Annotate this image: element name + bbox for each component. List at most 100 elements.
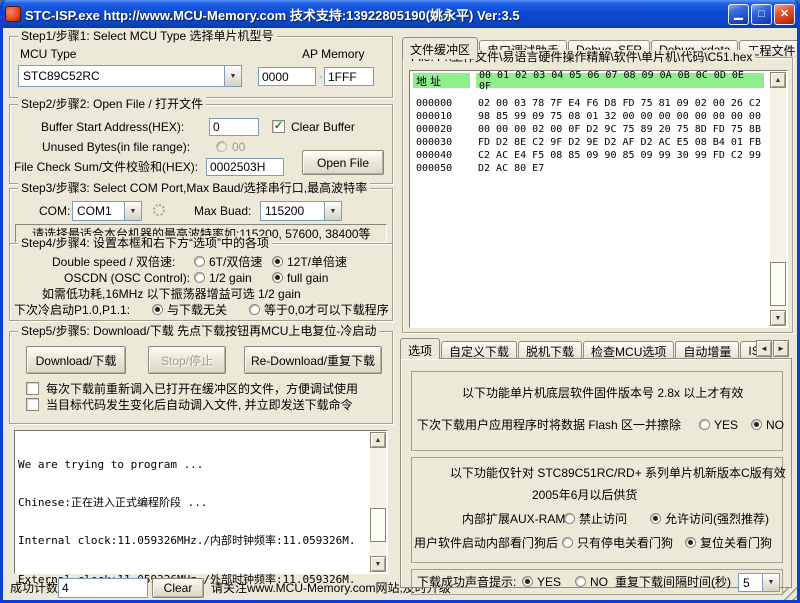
resize-grip[interactable] — [783, 586, 797, 600]
auxram-disable-radio[interactable] — [564, 513, 575, 524]
download-button[interactable]: Download/下载 — [26, 346, 126, 374]
hex-addr: 000030 — [416, 136, 452, 149]
hex-addr: 000000 — [416, 97, 452, 110]
sound-no-radio[interactable] — [575, 576, 586, 587]
scroll-up-icon[interactable]: ▲ — [770, 72, 786, 88]
cold-boot-zero-radio[interactable] — [249, 304, 260, 315]
buffer-start-field[interactable]: 0 — [209, 118, 259, 136]
tab-offline-download[interactable]: 脱机下载 — [518, 341, 582, 359]
hex-bytes: D2 AC 80 E7 — [478, 162, 544, 175]
ap-memory-label: AP Memory — [302, 47, 364, 61]
oscdn-label: OSCDN (OSC Control): — [64, 271, 190, 285]
sound-no-label: NO — [590, 575, 608, 589]
title-bar[interactable]: STC-ISP.exe http://www.MCU-Memory.com 技术… — [0, 0, 800, 28]
tab-file-buffer[interactable]: 文件缓冲区 — [402, 37, 478, 59]
log-textarea[interactable]: We are trying to program ... Chinese:正在进… — [14, 430, 388, 574]
tab-options[interactable]: 选项 — [400, 338, 440, 359]
hex-header-columns: 00 01 02 03 04 05 06 07 08 09 0A 0B 0C 0… — [476, 73, 764, 88]
file-group: File: F:\工作文件\易语言硬件操作精解\软件\单片机\代码\C51.he… — [402, 57, 793, 333]
scroll-down-icon[interactable]: ▼ — [770, 310, 786, 326]
ap-memory-end-field[interactable]: 1FFF — [324, 67, 374, 86]
success-count-label: 成功计数 — [10, 581, 58, 595]
auxram-enable-label: 允许访问(强烈推荐) — [665, 512, 769, 526]
step3-legend: Step3/步骤3: Select COM Port,Max Baud/选择串行… — [18, 181, 370, 195]
flash-erase-yes-label: YES — [714, 418, 738, 432]
tab-check-mcu-options[interactable]: 检查MCU选项 — [583, 341, 674, 359]
oscdn-full-gain-radio[interactable] — [272, 272, 283, 283]
watchdog-reset-radio[interactable] — [685, 537, 696, 548]
step1-legend: Step1/步骤1: Select MCU Type 选择单片机型号 — [18, 29, 277, 43]
hex-addr: 000020 — [416, 123, 452, 136]
flash-erase-yes-radio[interactable] — [699, 419, 710, 430]
scroll-down-icon[interactable]: ▼ — [370, 556, 386, 572]
checksum-label: File Check Sum/文件校验和(HEX): — [14, 160, 198, 174]
step2-group: Step2/步骤2: Open File / 打开文件 Buffer Start… — [9, 104, 393, 184]
app-window: STC-ISP.exe http://www.MCU-Memory.com 技术… — [0, 0, 800, 603]
cold-boot-any-label: 与下载无关 — [167, 303, 227, 317]
flash-erase-no-radio[interactable] — [751, 419, 762, 430]
step4-legend: Step4/步骤4: 设置本框和右下方“选项”中的各项 — [18, 236, 272, 250]
com-port-select[interactable]: COM1 ▼ — [72, 201, 142, 221]
clear-buffer-checkbox[interactable]: ✓ — [272, 120, 285, 133]
cold-boot-zero-label: 等于0,0才可以下载程序 — [264, 303, 389, 317]
reload-before-download-checkbox[interactable] — [26, 382, 39, 395]
sound-yes-radio[interactable] — [522, 576, 533, 587]
chevron-down-icon[interactable]: ▼ — [324, 202, 341, 220]
double-speed-12t-radio[interactable] — [272, 256, 283, 267]
success-count-field[interactable]: 4 — [58, 578, 148, 598]
step5-group: Step5/步骤5: Download/下载 先点下载按钮再MCU上电复位-冷启… — [9, 331, 393, 424]
ap-memory-start-field[interactable]: 0000 — [258, 67, 316, 86]
open-file-button[interactable]: Open File — [302, 150, 384, 175]
log-line: Internal clock:11.059326MHz./内部时钟频率:11.0… — [18, 535, 368, 548]
hex-scrollbar-thumb[interactable] — [770, 262, 786, 306]
hex-scrollbar[interactable]: ▲ ▼ — [770, 72, 786, 326]
tab-scroll-left-icon[interactable]: ◄ — [756, 340, 772, 357]
interval-value: 5 — [739, 574, 762, 591]
oscdn-full-gain-label: full gain — [287, 271, 328, 285]
tab-scroll-right-icon[interactable]: ► — [773, 340, 789, 357]
maximize-icon[interactable]: □ — [751, 4, 772, 25]
watchdog-poweroff-radio[interactable] — [562, 537, 573, 548]
chevron-down-icon[interactable]: ▼ — [124, 202, 141, 220]
scroll-up-icon[interactable]: ▲ — [370, 432, 386, 448]
auxram-disable-label: 禁止访问 — [579, 512, 627, 526]
flash-erase-group: 以下功能单片机底层软件固件版本号 2.8x 以上才有效 下次下载用户应用程序时将… — [411, 371, 783, 451]
cold-boot-any-radio[interactable] — [152, 304, 163, 315]
rc-rd-options-group: 以下功能仅针对 STC89C51RC/RD+ 系列单片机新版本C版有效 2005… — [411, 457, 783, 563]
checksum-field[interactable]: 0002503H — [206, 158, 284, 176]
oscdn-half-gain-radio[interactable] — [194, 272, 205, 283]
step5-legend: Step5/步骤5: Download/下载 先点下载按钮再MCU上电复位-冷启… — [18, 324, 379, 338]
double-speed-6t-radio[interactable] — [194, 256, 205, 267]
tab-auto-increment[interactable]: 自动增量 — [675, 341, 739, 359]
auto-reload-label: 当目标代码发生变化后自动调入文件, 并立即发送下载命令 — [46, 398, 353, 412]
watchdog-label: 用户软件启动内部看门狗后 — [414, 536, 558, 550]
auxram-enable-radio[interactable] — [650, 513, 661, 524]
log-scrollbar[interactable]: ▲ ▼ — [370, 432, 386, 572]
sound-yes-label: YES — [537, 575, 561, 589]
mcu-type-select[interactable]: STC89C52RC ▼ — [18, 65, 242, 87]
clear-count-button[interactable]: Clear — [152, 578, 204, 598]
max-baud-select[interactable]: 115200 ▼ — [260, 201, 342, 221]
double-speed-label: Double speed / 双倍速: — [52, 255, 175, 269]
options-tabs: 选项 自定义下载 脱机下载 检查MCU选项 自动增量 ISP DEMO — [400, 337, 772, 359]
com-port-label: COM: — [39, 204, 70, 218]
close-icon[interactable]: ✕ — [774, 4, 795, 25]
options-tabpage: 以下功能单片机底层软件固件版本号 2.8x 以上才有效 下次下载用户应用程序时将… — [400, 358, 792, 588]
auto-reload-checkbox[interactable] — [26, 398, 39, 411]
minimize-icon[interactable]: ▁ — [728, 4, 749, 25]
rc-rd-note-line2: 2005年6月以后供货 — [532, 488, 637, 502]
interval-select[interactable]: 5 ▼ — [738, 573, 780, 592]
chevron-down-icon[interactable]: ▼ — [762, 574, 779, 591]
chevron-down-icon[interactable]: ▼ — [224, 66, 241, 86]
oscdn-half-gain-label: 1/2 gain — [209, 271, 252, 285]
hex-addr: 000050 — [416, 162, 452, 175]
max-baud-value: 115200 — [261, 202, 324, 220]
hex-bytes: FD D2 8E C2 9F D2 9E D2 AF D2 AC E5 08 B… — [478, 136, 761, 149]
redownload-button[interactable]: Re-Download/重复下载 — [244, 346, 382, 374]
hex-bytes: 00 00 00 02 00 0F D2 9C 75 89 20 75 8D F… — [478, 123, 761, 136]
hex-bytes: 02 00 03 78 7F E4 F6 D8 FD 75 81 09 02 0… — [478, 97, 761, 110]
flash-erase-no-label: NO — [766, 418, 784, 432]
tab-custom-download[interactable]: 自定义下载 — [441, 341, 517, 359]
log-scrollbar-thumb[interactable] — [370, 508, 386, 542]
auxram-label: 内部扩展AUX-RAM: — [462, 512, 569, 526]
